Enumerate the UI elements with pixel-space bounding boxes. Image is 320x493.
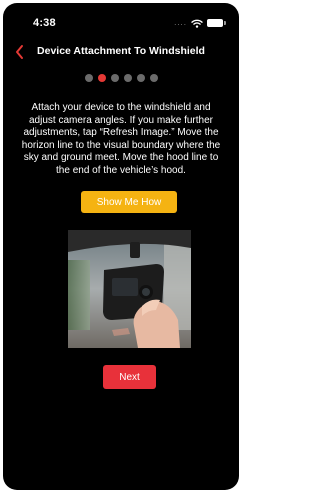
nav-bar: Device Attachment To Windshield: [3, 41, 239, 65]
status-time: 4:38: [33, 17, 56, 29]
status-bar: 4:38 ....: [3, 3, 239, 41]
signal-icon: ....: [174, 18, 187, 27]
wifi-icon: [191, 19, 203, 28]
step-indicator: [3, 74, 239, 84]
page-title: Device Attachment To Windshield: [37, 45, 205, 57]
status-icons: ....: [174, 17, 226, 29]
step-dot: [84, 74, 93, 82]
dashcam-photo: [68, 230, 191, 348]
next-button[interactable]: Next: [103, 365, 156, 389]
step-dot-active: [97, 74, 106, 82]
battery-icon: [207, 19, 226, 27]
step-dot: [110, 74, 119, 82]
step-dot: [149, 74, 158, 82]
step-dot: [123, 74, 132, 82]
show-me-how-button[interactable]: Show Me How: [81, 191, 177, 213]
phone-screen: 4:38 .... Device Attachment To Windshiel…: [3, 3, 239, 490]
step-dot: [136, 74, 145, 82]
instructions-text: Attach your device to the windshield and…: [21, 102, 221, 176]
